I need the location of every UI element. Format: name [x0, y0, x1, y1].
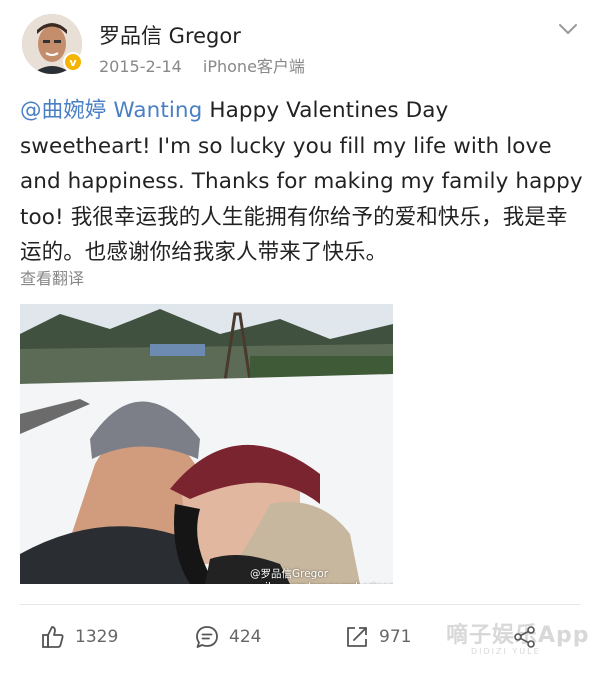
post-date: 2015-2-14	[99, 57, 182, 76]
comment-button[interactable]: 424	[194, 622, 261, 652]
like-count: 1329	[75, 627, 119, 647]
post-source: iPhone客户端	[202, 57, 305, 76]
post-photo[interactable]: @罗品信Gregor weibo.com/gregorrobertson	[20, 304, 393, 584]
post-header: v 罗品信 Gregor 2015-2-14 iPhone客户端	[0, 0, 600, 90]
post-author[interactable]: 罗品信 Gregor	[99, 20, 241, 50]
mention-link[interactable]: @曲婉婷 Wanting	[20, 98, 202, 123]
repost-count: 971	[379, 627, 412, 647]
comment-count: 424	[229, 627, 262, 647]
comment-icon	[196, 626, 218, 648]
post-body-text: Happy Valentines Day sweetheart! I'm so …	[20, 98, 583, 266]
share-button[interactable]	[512, 622, 538, 652]
like-icon	[42, 626, 64, 648]
post-meta: 2015-2-14 iPhone客户端	[99, 53, 305, 77]
like-button[interactable]: 1329	[40, 622, 118, 652]
svg-text:v: v	[69, 56, 77, 69]
photo-watermark: @罗品信Gregor weibo.com/gregorrobertson	[250, 568, 393, 584]
repost-icon	[347, 627, 367, 647]
share-icon	[514, 626, 535, 648]
divider	[20, 604, 580, 605]
post-body: @曲婉婷 Wanting Happy Valentines Day sweeth…	[20, 93, 585, 271]
chevron-down-icon[interactable]	[556, 20, 580, 38]
verified-badge-icon: v	[63, 52, 83, 72]
translate-link[interactable]: 查看翻译	[20, 265, 84, 289]
repost-button[interactable]: 971	[344, 622, 411, 652]
